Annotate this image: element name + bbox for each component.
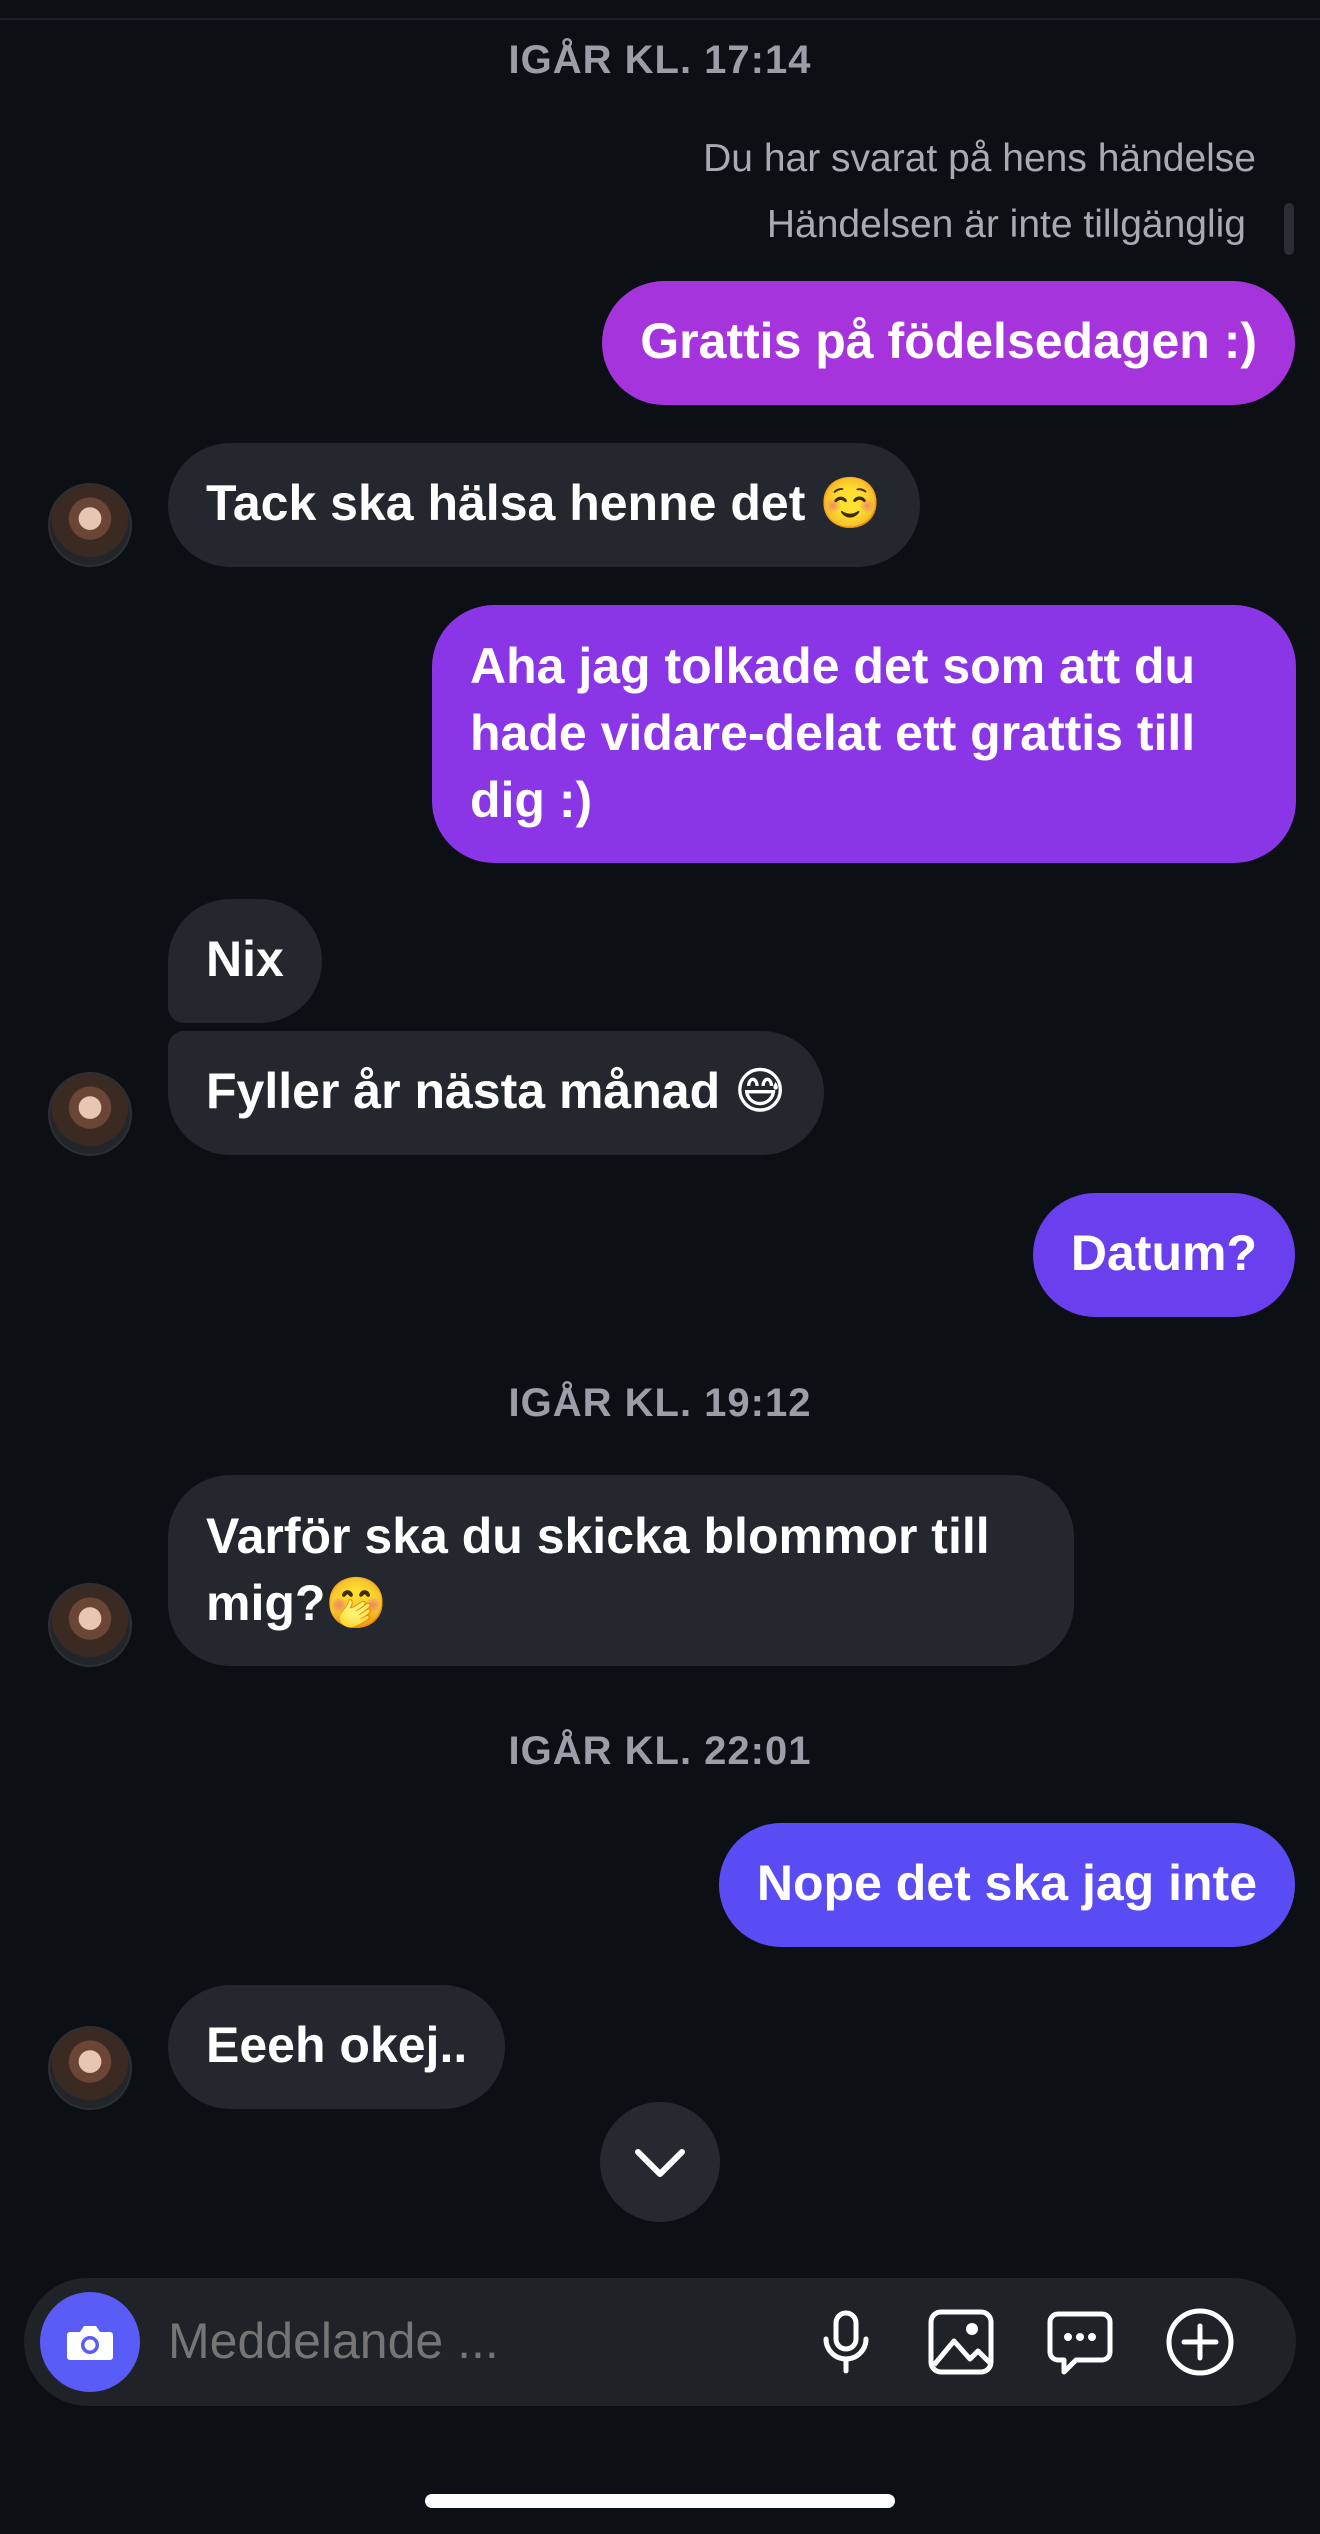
voice-message-button[interactable] (806, 2302, 886, 2382)
home-indicator (425, 2494, 895, 2508)
contact-avatar[interactable] (48, 1072, 132, 1156)
microphone-icon (823, 2310, 869, 2374)
message-text: Varför ska du skicka blommor till mig?🤭 (206, 1508, 990, 1631)
contact-avatar[interactable] (48, 1583, 132, 1667)
plus-circle-icon (1166, 2308, 1234, 2376)
timestamp: IGÅR KL. 17:14 (508, 38, 812, 82)
reply-context-line2[interactable]: Händelsen är inte tillgänglig (767, 203, 1246, 247)
camera-button[interactable] (40, 2292, 140, 2392)
timestamp: IGÅR KL. 22:01 (508, 1729, 812, 1773)
chevron-down-icon (635, 2149, 685, 2177)
image-icon (928, 2309, 994, 2375)
sticker-button[interactable] (1040, 2302, 1120, 2382)
message-text: Tack ska hälsa henne det ☺️ (206, 475, 882, 531)
contact-avatar[interactable] (48, 483, 132, 567)
contact-avatar[interactable] (48, 2026, 132, 2110)
chat-bubble-icon (1047, 2311, 1113, 2375)
message-input[interactable] (168, 2306, 788, 2376)
timestamp: IGÅR KL. 19:12 (508, 1381, 812, 1425)
message-text: Datum? (1070, 1225, 1257, 1281)
message-bubble-incoming[interactable]: Nix (168, 899, 322, 1023)
message-bubble-outgoing[interactable]: Grattis på födelsedagen :) (602, 281, 1295, 405)
gallery-button[interactable] (921, 2302, 1001, 2382)
message-bubble-incoming[interactable]: Varför ska du skicka blommor till mig?🤭 (168, 1475, 1074, 1666)
message-text: Fyller år nästa månad 😅 (206, 1063, 787, 1119)
more-options-button[interactable] (1160, 2302, 1240, 2382)
scroll-to-bottom-button[interactable] (600, 2102, 720, 2222)
message-text: Aha jag tolkade det som att du hade vida… (470, 638, 1196, 828)
reply-context-line1: Du har svarat på hens händelse (703, 137, 1256, 180)
message-bubble-incoming[interactable]: Tack ska hälsa henne det ☺️ (168, 443, 920, 567)
message-text: Eeeh okej.. (206, 2017, 468, 2073)
reply-quote-bar (1284, 203, 1294, 255)
message-bubble-outgoing[interactable]: Datum? (1032, 1193, 1295, 1317)
message-bubble-outgoing[interactable]: Aha jag tolkade det som att du hade vida… (432, 605, 1296, 863)
message-text: Grattis på födelsedagen :) (640, 313, 1257, 369)
message-text: Nix (206, 931, 284, 987)
camera-icon (67, 2326, 113, 2360)
message-bubble-incoming[interactable]: Fyller år nästa månad 😅 (168, 1031, 825, 1155)
message-bubble-incoming[interactable]: Eeeh okej.. (168, 1985, 506, 2109)
top-divider (0, 18, 1320, 20)
message-text: Nope det ska jag inte (756, 1855, 1257, 1911)
message-bubble-outgoing[interactable]: Nope det ska jag inte (718, 1823, 1295, 1947)
